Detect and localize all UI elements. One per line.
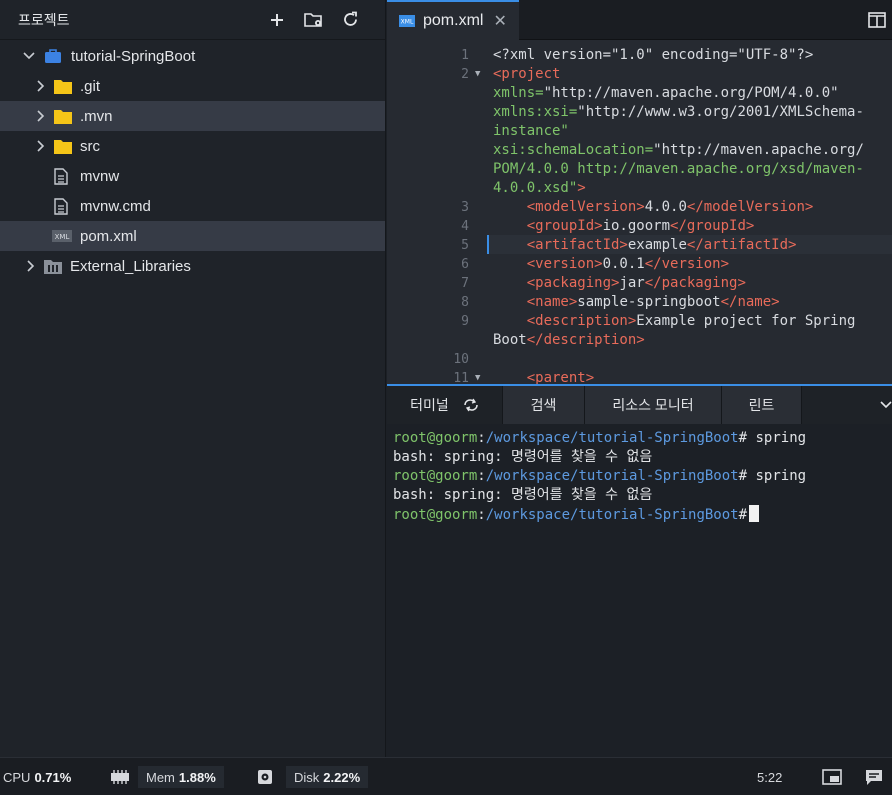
tree-item-mvnw-cmd[interactable]: mvnw.cmd [0,191,385,221]
chevron-right-icon[interactable] [34,139,48,153]
tab-lint[interactable]: 린트 [722,386,802,424]
tree-item-project[interactable]: tutorial-SpringBoot [0,41,385,71]
sync-icon[interactable] [463,398,479,412]
svg-text:XML: XML [55,233,70,241]
tree-item-label: tutorial-SpringBoot [71,47,196,65]
refresh-icon [344,11,357,26]
panel-tabs-spacer [802,386,892,424]
tree-item-pom-xml[interactable]: XML pom.xml [0,221,385,251]
folder-icon [54,79,72,94]
tab-terminal[interactable]: 터미널 [387,386,503,424]
terminal-cursor [749,505,760,522]
tree-item-label: mvnw [80,167,120,185]
tree-item-mvn[interactable]: .mvn [0,101,385,131]
folder-settings-icon [303,12,322,27]
tree-item-label: External_Libraries [70,257,191,275]
editor-tabbar: XML pom.xml ✕ [387,0,892,40]
sidebar-header: 프로젝트 [0,0,385,40]
svg-text:XML: XML [401,19,414,26]
chevron-right-icon[interactable] [34,109,48,123]
terminal-line: bash: spring: 명령어를 찾을 수 없음 [393,487,653,503]
memory-icon[interactable] [110,766,130,788]
tab-pom-xml[interactable]: XML pom.xml ✕ [387,0,519,40]
code-editor[interactable]: 1 <?xml version="1.0" encoding="UTF-8"?> … [387,40,892,384]
tab-resource-monitor[interactable]: 리소스 모니터 [585,386,722,424]
terminal-line: bash: spring: 명령어를 찾을 수 없음 [393,449,653,465]
tab-search[interactable]: 검색 [503,386,585,424]
tree-item-label: src [80,137,100,155]
terminal-line: root@goorm:/workspace/tutorial-SpringBoo… [393,468,807,484]
library-icon [44,259,62,274]
xml-file-icon: XML [399,15,415,27]
file-tree: tutorial-SpringBoot .git .mvn src mvnw m… [0,40,385,281]
file-icon [54,197,68,215]
folder-icon [54,109,72,124]
fold-arrow-icon: ▼ [475,373,481,383]
sidebar-title: 프로젝트 [18,11,70,28]
terminal[interactable]: root@goorm:/workspace/tutorial-SpringBoo… [387,424,892,757]
folder-icon [54,139,72,154]
ide-window: 프로젝트 tutorial-SpringBoot .git .mvn src m… [0,0,892,795]
close-icon[interactable]: ✕ [493,11,506,31]
memory-usage: Mem 1.88% [138,766,224,788]
new-file-button[interactable] [258,6,295,34]
chevron-right-icon[interactable] [24,259,38,273]
terminal-line: root@goorm:/workspace/tutorial-SpringBoo… [393,505,892,524]
tab-label: pom.xml [423,12,484,29]
fold-arrow-icon: ▼ [475,69,481,79]
tree-item-mvnw[interactable]: mvnw [0,161,385,191]
split-editor-icon[interactable] [868,12,886,28]
tree-item-label: .git [80,77,101,95]
bottom-panel-tabs: 터미널 검색 리소스 모니터 린트 [387,384,892,424]
disk-icon[interactable] [257,766,273,788]
plus-icon [270,13,283,26]
tree-item-git[interactable]: .git [0,71,385,101]
new-folder-button[interactable] [295,6,332,34]
disk-usage: Disk 2.22% [286,766,369,788]
layout-toggle-icon[interactable] [822,766,842,788]
file-icon [54,167,68,185]
terminal-line: root@goorm:/workspace/tutorial-SpringBoo… [393,430,807,446]
chevron-down-icon[interactable] [22,49,36,63]
refresh-button[interactable] [332,6,369,34]
status-bar: CPU 0.71% Mem 1.88% Disk 2.22% 5:22 [0,757,892,795]
tree-item-label: pom.xml [80,227,137,245]
xml-file-icon: XML [52,230,72,242]
tree-item-external-libraries[interactable]: External_Libraries [0,251,385,281]
cpu-usage: CPU 0.71% [3,769,72,785]
chat-icon[interactable] [865,766,883,788]
chevron-right-icon[interactable] [34,79,48,93]
chevron-down-icon[interactable] [880,401,892,409]
tree-item-label: mvnw.cmd [80,197,151,215]
tree-item-label: .mvn [80,107,113,125]
project-sidebar: 프로젝트 tutorial-SpringBoot .git .mvn src m… [0,0,386,757]
clock: 5:22 [757,769,783,785]
project-briefcase-icon [44,48,62,64]
tree-item-src[interactable]: src [0,131,385,161]
